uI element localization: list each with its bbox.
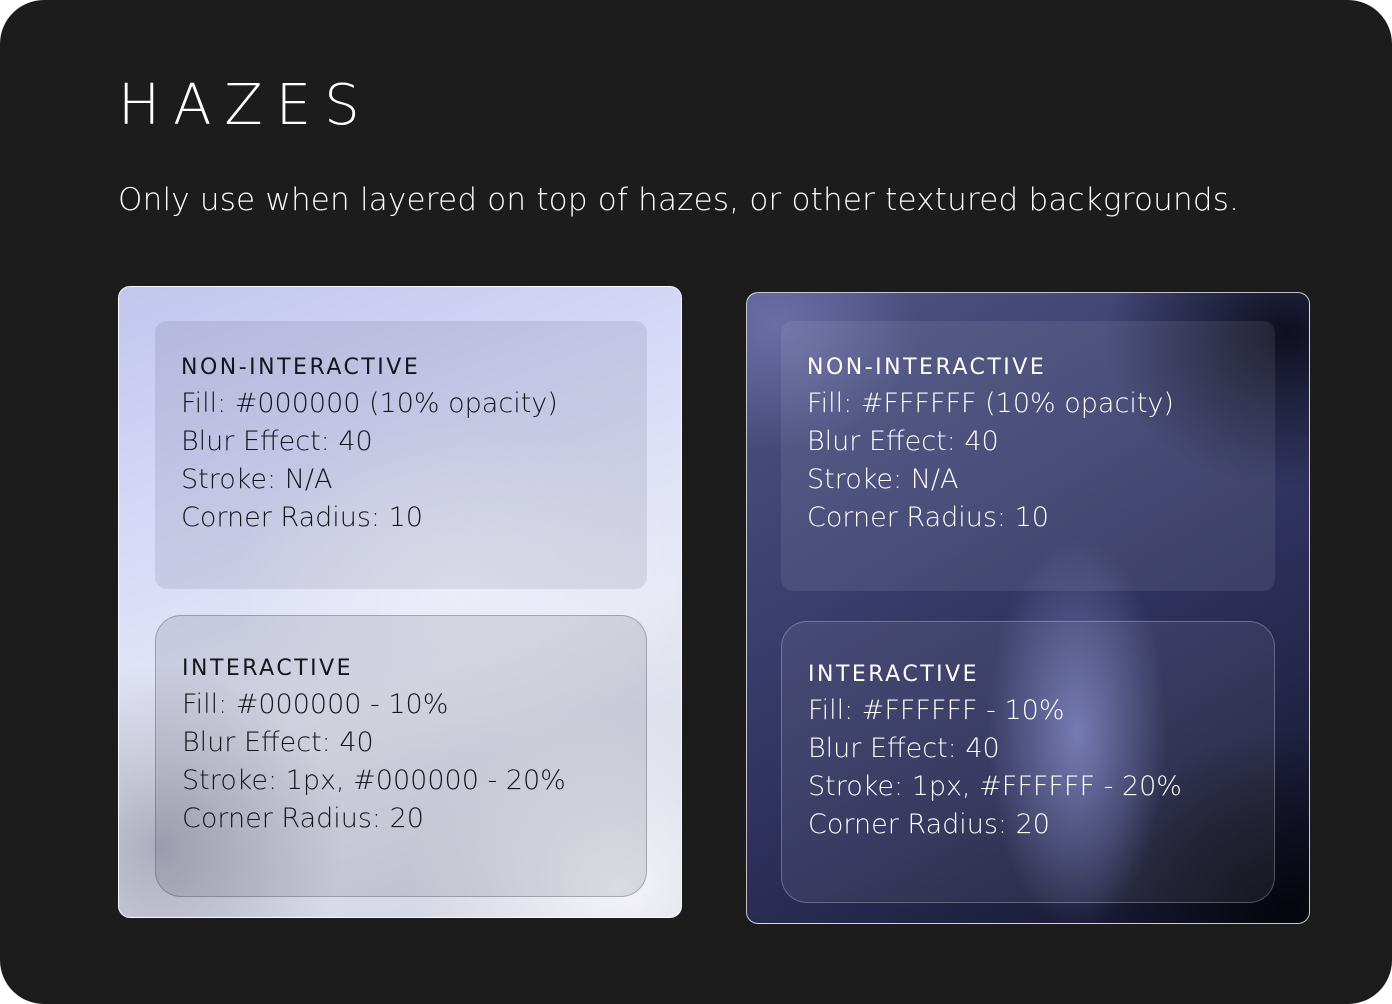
dark-haze-panel: NON-INTERACTIVE Fill: #FFFFFF (10% opaci…	[746, 292, 1310, 924]
fill-spec: Fill: #FFFFFF - 10%	[808, 695, 1065, 726]
card-label: INTERACTIVE	[808, 662, 980, 687]
fill-spec: Fill: #FFFFFF (10% opacity)	[807, 388, 1174, 419]
light-haze-panel: NON-INTERACTIVE Fill: #000000 (10% opaci…	[118, 286, 682, 918]
radius-spec: Corner Radius: 10	[181, 502, 423, 533]
card-label: INTERACTIVE	[182, 656, 354, 681]
card-label: NON-INTERACTIVE	[807, 355, 1047, 380]
stroke-spec: Stroke: 1px, #FFFFFF - 20%	[808, 771, 1182, 802]
light-interactive-card[interactable]: INTERACTIVE Fill: #000000 - 10% Blur Eff…	[155, 615, 647, 897]
hazes-spec-frame: HAZES Only use when layered on top of ha…	[0, 0, 1392, 1004]
fill-spec: Fill: #000000 - 10%	[182, 689, 449, 720]
radius-spec: Corner Radius: 20	[808, 809, 1050, 840]
page-title: HAZES	[118, 73, 373, 138]
fill-spec: Fill: #000000 (10% opacity)	[181, 388, 558, 419]
card-label: NON-INTERACTIVE	[181, 355, 421, 380]
dark-interactive-card[interactable]: INTERACTIVE Fill: #FFFFFF - 10% Blur Eff…	[781, 621, 1275, 903]
blur-spec: Blur Effect: 40	[807, 426, 999, 457]
stroke-spec: Stroke: N/A	[181, 464, 333, 495]
stroke-spec: Stroke: N/A	[807, 464, 959, 495]
page-subtitle: Only use when layered on top of hazes, o…	[118, 182, 1240, 218]
radius-spec: Corner Radius: 20	[182, 803, 424, 834]
light-non-interactive-card: NON-INTERACTIVE Fill: #000000 (10% opaci…	[155, 321, 647, 589]
dark-non-interactive-card: NON-INTERACTIVE Fill: #FFFFFF (10% opaci…	[781, 321, 1275, 591]
radius-spec: Corner Radius: 10	[807, 502, 1049, 533]
stroke-spec: Stroke: 1px, #000000 - 20%	[182, 765, 566, 796]
blur-spec: Blur Effect: 40	[808, 733, 1000, 764]
blur-spec: Blur Effect: 40	[182, 727, 374, 758]
blur-spec: Blur Effect: 40	[181, 426, 373, 457]
